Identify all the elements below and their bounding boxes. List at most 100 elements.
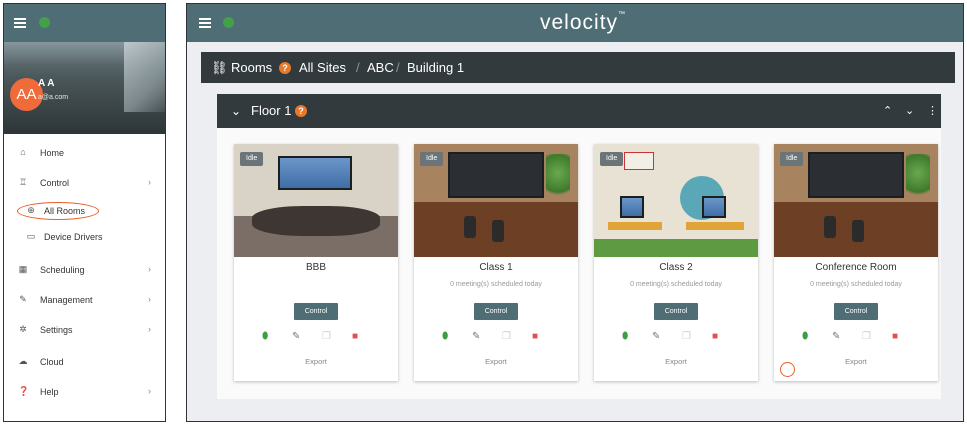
globe-icon[interactable] — [223, 17, 234, 28]
desk-graphic — [686, 222, 744, 230]
copy-icon[interactable]: ❐ — [682, 331, 691, 342]
room-name: Class 1 — [479, 262, 513, 273]
sidebar-item-label: Help — [40, 387, 59, 397]
device-icon: ▭ — [26, 231, 36, 241]
sidebar-item-cloud[interactable]: ☁ Cloud — [4, 352, 165, 372]
floor-panel: ⌄ Floor 1 ? ⌃ ⌄ ⋮ Idle BBB Control ⬮ ✎ ❐… — [217, 94, 941, 399]
chevron-down-icon[interactable]: ⌄ — [905, 104, 914, 117]
help-icon: ❓ — [18, 386, 30, 396]
room-name: Conference Room — [815, 262, 897, 273]
chevron-right-icon: › — [148, 294, 151, 304]
sidebar-item-management[interactable]: ✎ Management › — [4, 290, 165, 310]
sidebar-item-label: Management — [40, 295, 93, 305]
table-graphic — [252, 206, 380, 236]
desk-graphic — [608, 222, 662, 230]
control-button[interactable]: Control — [654, 303, 698, 320]
sidebar-item-label: Home — [40, 148, 65, 158]
calendar-icon: ▦ — [18, 264, 28, 274]
sidebar-item-home[interactable]: ⌂ Home — [4, 143, 165, 163]
plug-icon[interactable]: ⬮ — [442, 331, 448, 342]
delete-icon[interactable]: ■ — [712, 331, 718, 342]
more-vert-icon[interactable]: ⋮ — [927, 104, 938, 117]
control-button[interactable]: Control — [474, 303, 518, 320]
help-icon[interactable]: ? — [295, 105, 307, 117]
room-floor-graphic — [594, 239, 758, 257]
sidebar-topbar — [4, 4, 165, 42]
delete-icon[interactable]: ■ — [892, 331, 898, 342]
edit-icon[interactable]: ✎ — [652, 331, 660, 342]
sidebar-item-label: Settings — [40, 325, 73, 335]
banner-light-graphic — [124, 42, 165, 112]
sidebar-item-label: Device Drivers — [44, 232, 103, 242]
sidebar-item-help[interactable]: ❓ Help › — [4, 382, 165, 402]
brand-text: velocity — [540, 11, 619, 34]
monitor-graphic — [620, 196, 644, 218]
monitor-graphic — [702, 196, 726, 218]
globe-icon[interactable] — [39, 17, 50, 28]
chair-graphic — [852, 220, 864, 242]
main-topbar: velocity™ — [187, 4, 963, 42]
export-link[interactable]: Export — [234, 357, 398, 366]
copy-icon[interactable]: ❐ — [322, 331, 331, 342]
sidebar-item-label: Scheduling — [40, 265, 85, 275]
chair-graphic — [464, 216, 476, 238]
chevron-right-icon: › — [148, 324, 151, 334]
meetings-text: 0 meeting(s) scheduled today — [450, 281, 542, 288]
cloud-icon: ☁ — [18, 356, 28, 366]
rooms-icon: ⛓ — [211, 60, 228, 75]
room-name: BBB — [305, 262, 326, 273]
status-badge: Idle — [240, 152, 264, 166]
hamburger-menu-icon[interactable] — [14, 18, 26, 28]
delete-icon[interactable]: ■ — [352, 331, 358, 342]
plug-icon[interactable]: ⬮ — [802, 331, 808, 342]
help-icon[interactable]: ? — [279, 62, 291, 74]
profile-username: A A — [38, 78, 55, 89]
floor-title: Floor 1 — [251, 103, 292, 118]
breadcrumb-building[interactable]: Building 1 — [407, 60, 464, 75]
home-icon: ⌂ — [20, 147, 26, 157]
export-link[interactable]: Export — [414, 357, 578, 366]
export-link[interactable]: Export — [774, 357, 938, 366]
status-badge: Idle — [420, 152, 444, 166]
edit-icon[interactable]: ✎ — [472, 331, 480, 342]
plug-icon[interactable]: ⬮ — [262, 331, 268, 342]
sidebar-item-control[interactable]: ♖ Control › — [4, 173, 165, 193]
hamburger-menu-icon[interactable] — [199, 18, 211, 28]
tv-graphic — [808, 152, 904, 198]
sidebar-item-scheduling[interactable]: ▦ Scheduling › — [4, 260, 165, 280]
breadcrumb-rooms[interactable]: Rooms — [231, 60, 272, 75]
floor-header: ⌄ Floor 1 ? ⌃ ⌄ ⋮ — [217, 94, 941, 128]
meetings-text: 0 meeting(s) scheduled today — [810, 281, 902, 288]
status-badge: Idle — [780, 152, 804, 166]
wrench-icon: ✎ — [19, 294, 27, 304]
sidebar-item-device-drivers[interactable]: ▭ Device Drivers — [4, 227, 165, 247]
main-panel: velocity™ ⛓ Rooms ? All Sites / ABC / Bu… — [186, 3, 964, 422]
highlight-circle — [780, 362, 795, 377]
breadcrumb-abc[interactable]: ABC — [367, 60, 394, 75]
chair-graphic — [824, 216, 836, 238]
poster-graphic — [624, 152, 654, 170]
edit-icon[interactable]: ✎ — [292, 331, 300, 342]
breadcrumb-all-sites[interactable]: All Sites — [299, 60, 346, 75]
room-card: Idle Class 1 0 meeting(s) scheduled toda… — [414, 144, 578, 381]
card-actions: ⬮ ✎ ❐ ■ — [774, 331, 938, 345]
control-button[interactable]: Control — [294, 303, 338, 320]
tv-graphic — [448, 152, 544, 198]
sidebar-item-settings[interactable]: ✲ Settings › — [4, 320, 165, 340]
export-link[interactable]: Export — [594, 357, 758, 366]
plug-icon[interactable]: ⬮ — [622, 331, 628, 342]
delete-icon[interactable]: ■ — [532, 331, 538, 342]
copy-icon[interactable]: ❐ — [502, 331, 511, 342]
breadcrumb-separator: / — [356, 60, 360, 75]
card-actions: ⬮ ✎ ❐ ■ — [234, 331, 398, 345]
sidebar-item-label: Control — [40, 178, 70, 188]
edit-icon[interactable]: ✎ — [832, 331, 840, 342]
plant-graphic — [906, 154, 930, 202]
chevron-up-icon[interactable]: ⌃ — [883, 104, 892, 117]
gear-icon: ✲ — [19, 324, 27, 334]
chevron-right-icon: › — [148, 177, 151, 187]
chevron-down-icon[interactable]: ⌄ — [231, 104, 241, 118]
control-button[interactable]: Control — [834, 303, 878, 320]
card-actions: ⬮ ✎ ❐ ■ — [414, 331, 578, 345]
copy-icon[interactable]: ❐ — [862, 331, 871, 342]
